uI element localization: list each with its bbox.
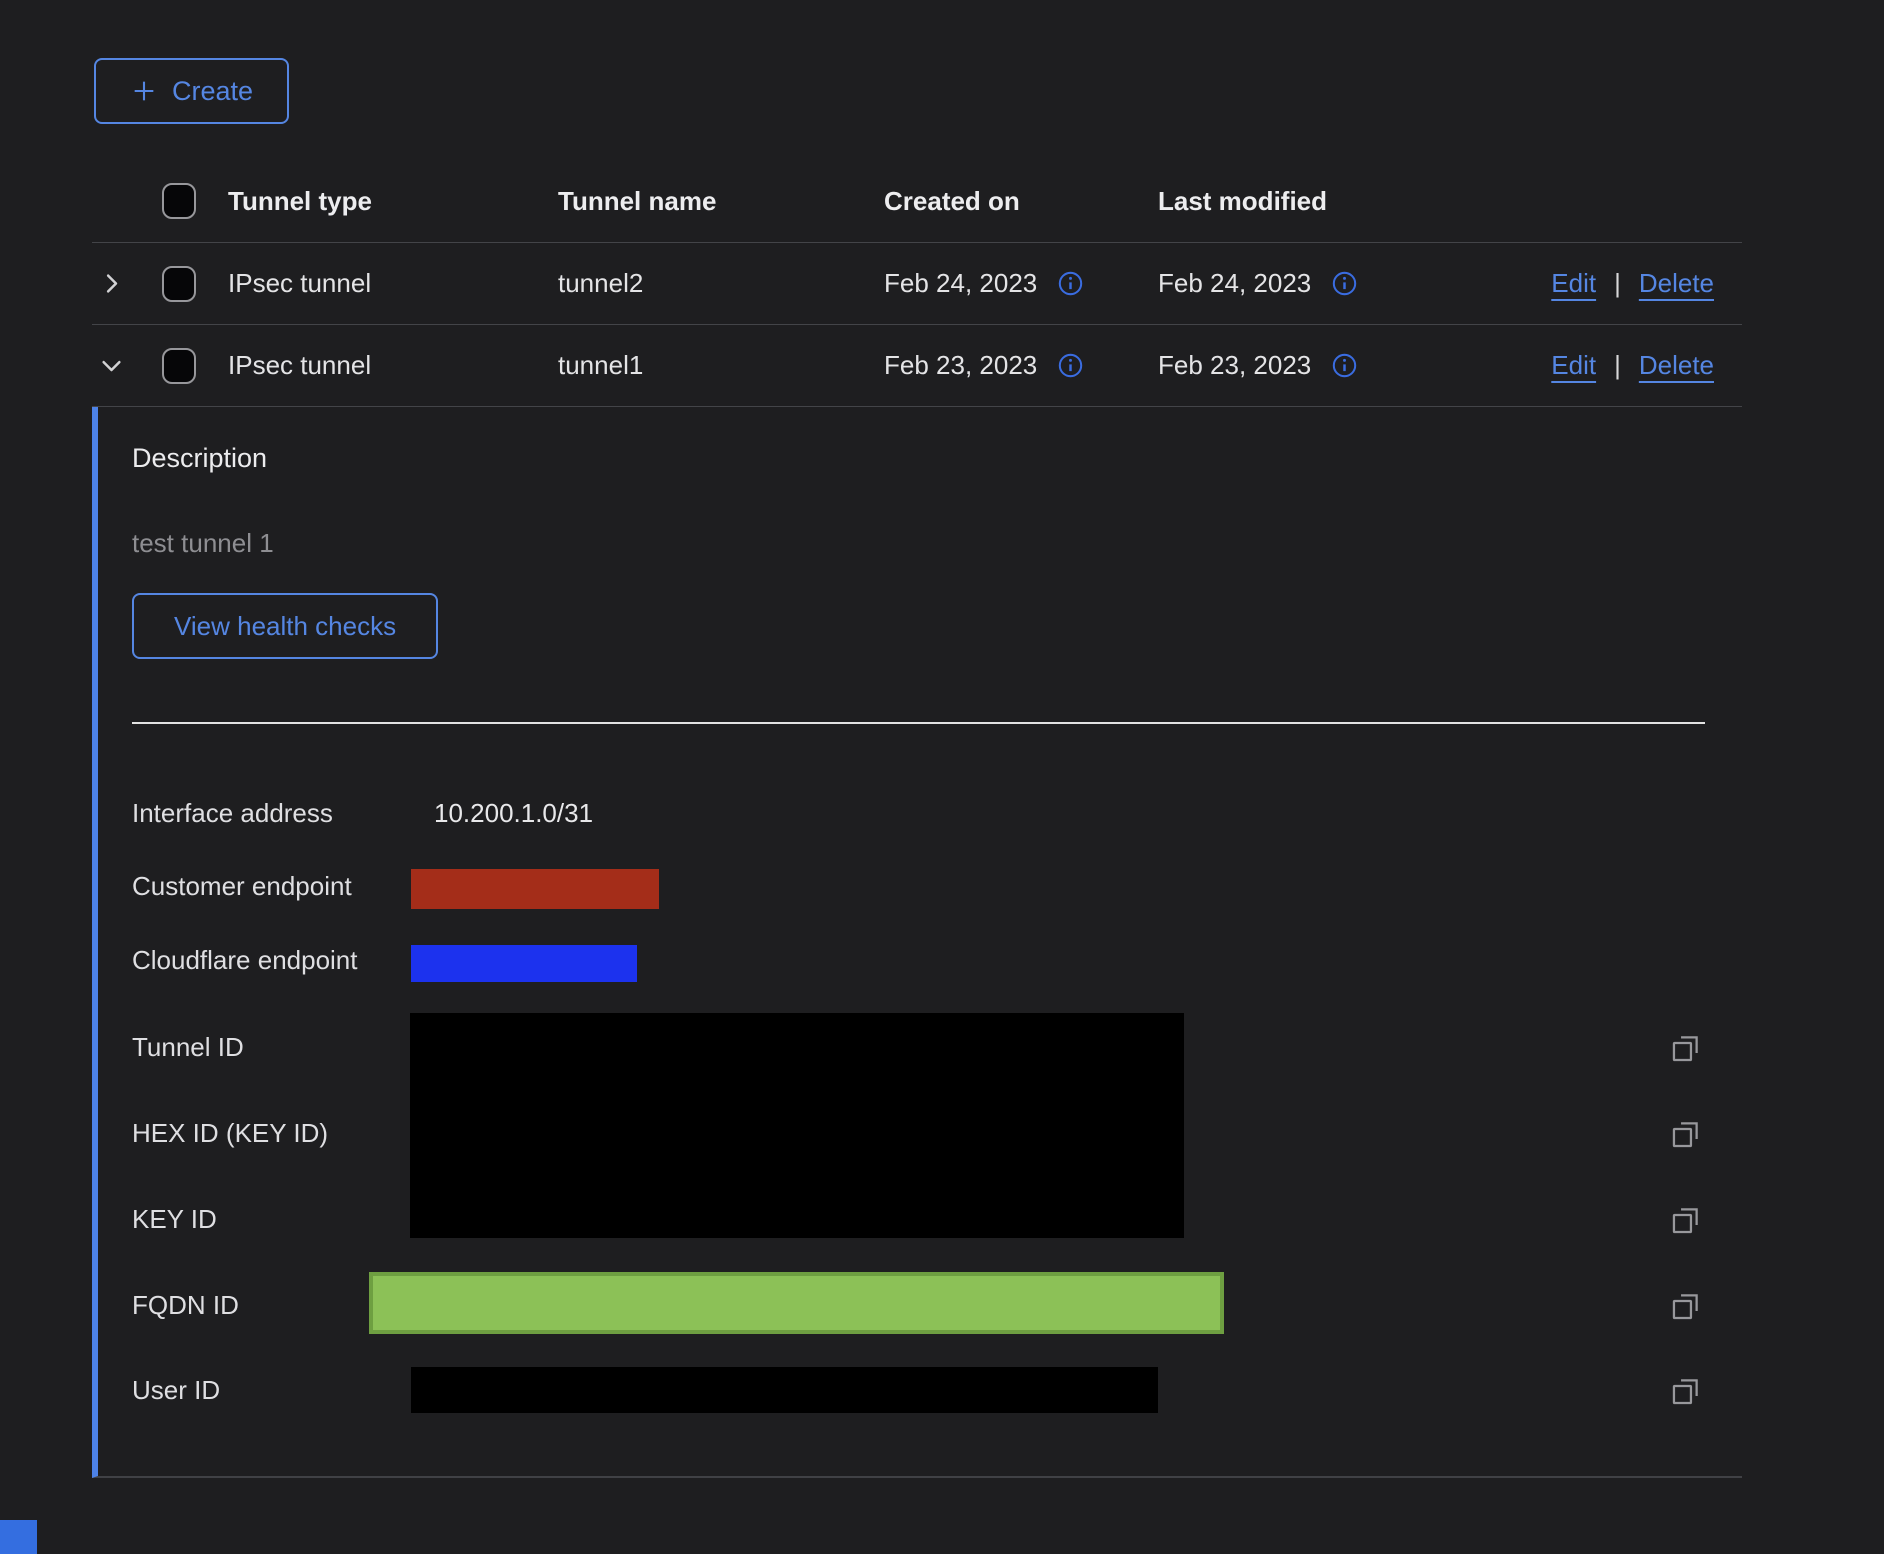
tunnel-type-cell: IPsec tunnel <box>228 268 558 299</box>
tunnels-table: Tunnel type Tunnel name Created on Last … <box>92 160 1742 407</box>
edit-link[interactable]: Edit <box>1551 350 1596 381</box>
last-modified-cell: Feb 23, 2023 <box>1158 350 1311 381</box>
copy-fqdn-id-button[interactable] <box>1668 1288 1704 1324</box>
copy-icon <box>1669 1117 1703 1151</box>
collapse-row-button[interactable] <box>98 352 125 379</box>
copy-hex-id-button[interactable] <box>1668 1116 1704 1152</box>
cloudflare-endpoint-redacted-value <box>411 945 637 982</box>
row-checkbox[interactable] <box>162 266 196 302</box>
created-on-cell: Feb 23, 2023 <box>884 350 1037 381</box>
user-id-label: User ID <box>132 1375 220 1406</box>
user-id-redacted-value <box>411 1367 1158 1413</box>
info-icon[interactable] <box>1057 270 1084 297</box>
tunnel-details-panel: Description test tunnel 1 View health ch… <box>92 407 1742 1478</box>
delete-link[interactable]: Delete <box>1639 350 1714 381</box>
copy-tunnel-id-button[interactable] <box>1668 1030 1704 1066</box>
interface-address-value: 10.200.1.0/31 <box>434 798 593 829</box>
table-header-row: Tunnel type Tunnel name Created on Last … <box>92 160 1742 243</box>
info-icon[interactable] <box>1057 352 1084 379</box>
tunnel-id-label: Tunnel ID <box>132 1032 244 1063</box>
chevron-down-icon <box>98 352 125 379</box>
interface-address-label: Interface address <box>132 798 333 829</box>
copy-icon <box>1669 1374 1703 1408</box>
select-all-checkbox[interactable] <box>162 183 196 219</box>
chevron-right-icon <box>98 270 125 297</box>
tunnel-name-cell: tunnel1 <box>558 350 884 381</box>
tunnel-type-cell: IPsec tunnel <box>228 350 558 381</box>
fqdn-id-redacted-value <box>369 1272 1224 1334</box>
plus-icon <box>130 77 158 105</box>
header-tunnel-name: Tunnel name <box>558 186 884 217</box>
created-on-cell: Feb 24, 2023 <box>884 268 1037 299</box>
copy-key-id-button[interactable] <box>1668 1202 1704 1238</box>
header-tunnel-type: Tunnel type <box>228 186 558 217</box>
panel-divider <box>132 722 1705 724</box>
bottom-left-partial-element <box>0 1520 37 1554</box>
customer-endpoint-label: Customer endpoint <box>132 871 352 902</box>
table-row: IPsec tunnel tunnel1 Feb 23, 2023 Feb 23… <box>92 325 1742 407</box>
copy-icon <box>1669 1289 1703 1323</box>
edit-link[interactable]: Edit <box>1551 268 1596 299</box>
description-text: test tunnel 1 <box>132 528 274 559</box>
actions-separator: | <box>1614 350 1621 381</box>
table-row: IPsec tunnel tunnel2 Feb 24, 2023 Feb 24… <box>92 243 1742 325</box>
header-last-modified: Last modified <box>1158 186 1540 217</box>
cloudflare-endpoint-label: Cloudflare endpoint <box>132 945 358 976</box>
create-button-label: Create <box>172 76 253 107</box>
actions-separator: | <box>1614 268 1621 299</box>
copy-user-id-button[interactable] <box>1668 1373 1704 1409</box>
key-id-label: KEY ID <box>132 1204 217 1235</box>
copy-icon <box>1669 1203 1703 1237</box>
view-health-checks-button[interactable]: View health checks <box>132 593 438 659</box>
info-icon[interactable] <box>1331 352 1358 379</box>
delete-link[interactable]: Delete <box>1639 268 1714 299</box>
header-created-on: Created on <box>884 186 1158 217</box>
last-modified-cell: Feb 24, 2023 <box>1158 268 1311 299</box>
expand-row-button[interactable] <box>98 270 125 297</box>
info-icon[interactable] <box>1331 270 1358 297</box>
create-button[interactable]: Create <box>94 58 289 124</box>
tunnel-name-cell: tunnel2 <box>558 268 884 299</box>
copy-icon <box>1669 1031 1703 1065</box>
description-label: Description <box>132 443 267 474</box>
tunnel-id-redacted-value <box>410 1013 1184 1238</box>
row-checkbox[interactable] <box>162 348 196 384</box>
customer-endpoint-redacted-value <box>411 869 659 909</box>
hex-id-label: HEX ID (KEY ID) <box>132 1118 328 1149</box>
fqdn-id-label: FQDN ID <box>132 1290 239 1321</box>
